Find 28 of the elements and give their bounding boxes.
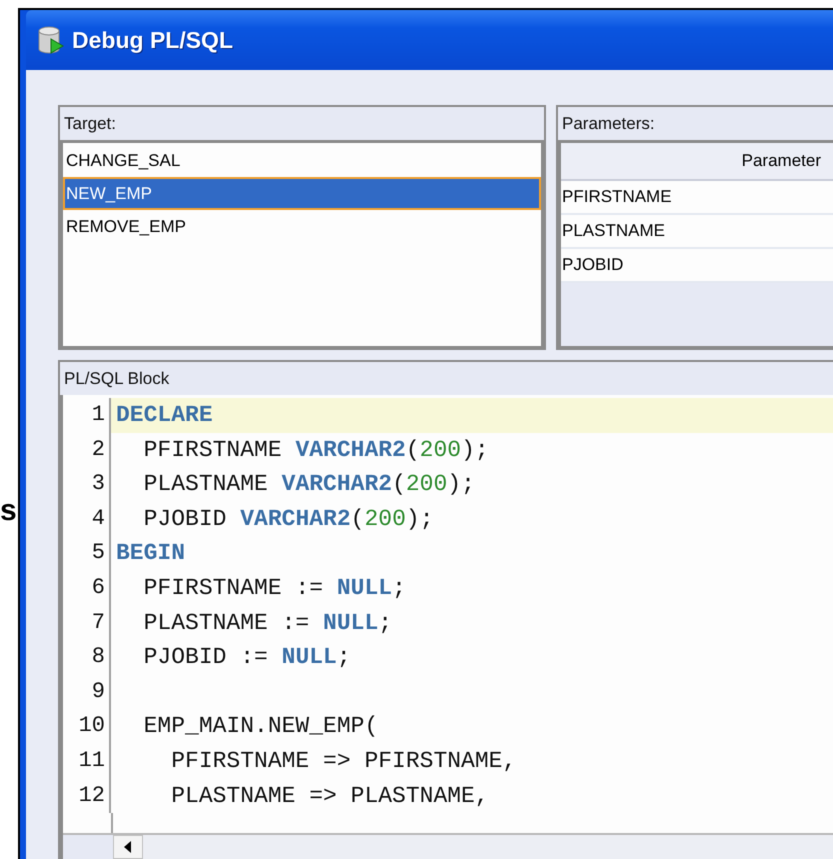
code-line: PFIRSTNAME := NULL; <box>142 574 407 603</box>
code-line: BEGIN <box>115 539 186 568</box>
target-item[interactable]: REMOVE_EMP <box>63 210 541 243</box>
code-line: PLASTNAME => PLASTNAME, <box>170 782 490 811</box>
code-line: PLASTNAME VARCHAR2(200); <box>142 470 476 500</box>
code-line: PJOBID VARCHAR2(200); <box>142 504 434 534</box>
code-line: EMP_MAIN.NEW_EMP( <box>142 712 380 742</box>
plsql-block-label: PL/SQL Block <box>63 368 170 390</box>
code-line: PJOBID := NULL; <box>142 643 352 672</box>
code-line: PFIRSTNAME => PFIRSTNAME, <box>170 746 518 776</box>
target-label: Target: <box>63 112 117 134</box>
table-cell: PJOBID <box>561 249 833 283</box>
left-arrow-icon <box>124 841 132 853</box>
scrollbar-corner <box>63 835 113 859</box>
column-header[interactable]: Parameter <box>561 143 833 181</box>
table-cell: PLASTNAME <box>561 215 833 249</box>
parameters-label: Parameters: <box>561 112 656 134</box>
cut-off-text: s <box>0 496 18 526</box>
code-line: PLASTNAME := NULL; <box>142 608 394 638</box>
scroll-left-button[interactable] <box>113 835 143 859</box>
table-cell: PFIRSTNAME <box>561 181 833 215</box>
database-play-icon <box>38 25 64 55</box>
code-editor[interactable] <box>60 395 833 859</box>
window-title: Debug PL/SQL <box>72 26 233 54</box>
horizontal-scrollbar[interactable] <box>63 833 833 859</box>
target-item[interactable]: NEW_EMP <box>63 177 541 210</box>
target-item[interactable]: CHANGE_SAL <box>63 144 541 177</box>
code-line: PFIRSTNAME VARCHAR2(200); <box>142 436 490 465</box>
